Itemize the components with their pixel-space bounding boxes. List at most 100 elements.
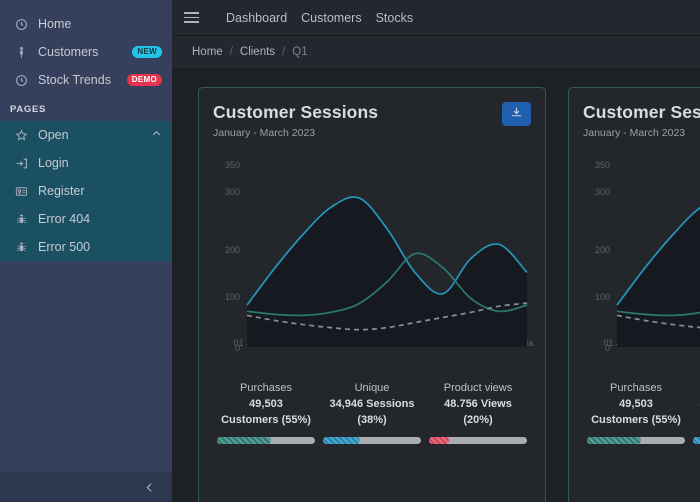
customer-sessions-card-2: Customer Sessions January - March 2023 0… xyxy=(568,87,700,502)
sidebar-item-stock-trends[interactable]: Stock Trends DEMO xyxy=(0,66,172,94)
stat-label: Purchases xyxy=(240,382,292,394)
progress-fill xyxy=(587,436,641,444)
sidebar-item-customers[interactable]: Customers NEW xyxy=(0,38,172,66)
stat-value: 34,946 Sessions xyxy=(693,397,700,413)
progress-track xyxy=(429,436,527,444)
card-title: Customer Sessions xyxy=(583,102,700,122)
sidebar-item-login[interactable]: Login xyxy=(0,149,172,177)
stat-sub: (38%) xyxy=(693,413,700,429)
chevron-up-icon[interactable] xyxy=(151,128,162,142)
chart-y-tick: 200 xyxy=(595,245,610,255)
sidebar-item-label: Open xyxy=(38,128,69,142)
progress-track xyxy=(693,436,700,444)
chart-y-tick: 350 xyxy=(595,160,610,170)
sidebar-item-label: Stock Trends xyxy=(38,73,111,87)
topnav-link-customers[interactable]: Customers xyxy=(301,11,361,25)
person-icon xyxy=(10,46,32,59)
download-icon xyxy=(510,106,523,122)
topbar: Dashboard Customers Stocks xyxy=(172,0,700,36)
sidebar-item-error-500[interactable]: Error 500 xyxy=(0,233,172,261)
chart-series xyxy=(616,206,700,347)
sidebar: Home Customers NEW Stock Trends DEMO PAG… xyxy=(0,0,172,502)
top-nav: Dashboard Customers Stocks xyxy=(226,11,413,25)
sidebar-item-error-404[interactable]: Error 404 xyxy=(0,205,172,233)
stat-label: Unique xyxy=(354,382,390,394)
sidebar-item-label: Error 500 xyxy=(38,240,91,254)
sidebar-item-label: Customers xyxy=(38,45,99,59)
progress-fill xyxy=(693,436,700,444)
star-icon xyxy=(10,128,32,142)
stat-sub: (38%) xyxy=(357,413,387,426)
sidebar-pages-group: Open Login Register Error 404 Error 500 xyxy=(0,121,172,261)
chart-y-tick: 200 xyxy=(225,245,240,255)
chart-y-tick: 300 xyxy=(595,187,610,197)
sessions-chart-svg: 0100200300350 01 Jan15 Jan01 Feb15 Feb01… xyxy=(595,160,700,353)
chart-y-axis-labels: 0100200300350 xyxy=(225,160,240,353)
card-title: Customer Sessions xyxy=(213,102,379,122)
sidebar-item-label: Register xyxy=(38,184,85,198)
chart-y-tick: 100 xyxy=(225,292,240,302)
chevron-left-icon xyxy=(143,481,156,494)
card-stats: Purchases 49,503 Customers (55%) Unique … xyxy=(213,381,531,444)
card-stats: Purchases 49,503 Customers (55%) Unique … xyxy=(583,381,700,444)
stat-product-views: Product views 48.756 Views (20%) xyxy=(425,381,531,444)
breadcrumb-item-q1: Q1 xyxy=(292,46,308,58)
card-subtitle: January - March 2023 xyxy=(213,127,316,139)
sessions-chart: 0100200300350 01 Jan15 Jan01 Feb15 Feb01… xyxy=(583,151,700,361)
sidebar-item-label: Home xyxy=(38,17,72,31)
breadcrumb-separator: / xyxy=(282,46,286,58)
card-subtitle: January - March 2023 xyxy=(583,127,686,139)
sessions-chart-svg: 0100200300350 01 Jan15 Jan01 Feb15 Feb01… xyxy=(225,160,533,353)
topnav-link-stocks[interactable]: Stocks xyxy=(376,11,414,25)
stat-value: 49,503 xyxy=(619,397,653,410)
stat-value: 48.756 Views xyxy=(444,397,512,410)
clock-icon xyxy=(10,74,32,87)
sidebar-top-nav: Home Customers NEW Stock Trends DEMO PAG… xyxy=(0,0,172,121)
chart-y-tick: 300 xyxy=(225,187,240,197)
stat-purchases: Purchases 49,503 Customers (55%) xyxy=(583,381,689,444)
customer-sessions-card: Customer Sessions January - March 2023 0… xyxy=(198,87,546,502)
status-badge-new: NEW xyxy=(132,46,162,58)
hamburger-icon[interactable] xyxy=(184,12,206,23)
stat-value: 34,946 Sessions xyxy=(329,397,415,410)
download-button[interactable] xyxy=(502,102,531,126)
sidebar-collapse-button[interactable] xyxy=(0,472,172,502)
chart-series xyxy=(246,196,528,347)
main-area: Dashboard Customers Stocks Home / Client… xyxy=(172,0,700,502)
card-header: Customer Sessions January - March 2023 xyxy=(213,102,531,139)
id-card-icon xyxy=(10,185,32,198)
bug-icon xyxy=(10,213,32,226)
stat-label: Product views xyxy=(443,382,513,394)
sessions-chart: 0100200300350 01 Jan15 Jan01 Feb15 Feb01… xyxy=(213,151,533,361)
breadcrumb-item-clients[interactable]: Clients xyxy=(240,46,275,58)
chart-y-tick: 100 xyxy=(595,292,610,302)
bug-icon xyxy=(10,241,32,254)
sidebar-item-label: Login xyxy=(38,156,69,170)
progress-fill xyxy=(323,436,361,444)
sidebar-item-open[interactable]: Open xyxy=(0,121,172,149)
stat-purchases: Purchases 49,503 Customers (55%) xyxy=(213,381,319,444)
sidebar-item-register[interactable]: Register xyxy=(0,177,172,205)
stat-sub: (20%) xyxy=(463,413,493,426)
chart-y-axis-labels: 0100200300350 xyxy=(595,160,610,353)
stat-label: Purchases xyxy=(610,382,662,394)
app-root: Home Customers NEW Stock Trends DEMO PAG… xyxy=(0,0,700,502)
stat-sub: Customers (55%) xyxy=(221,413,311,426)
sidebar-item-label: Error 404 xyxy=(38,212,91,226)
stat-unique: Unique 34,946 Sessions (38%) xyxy=(689,381,700,444)
sidebar-item-home[interactable]: Home xyxy=(0,10,172,38)
breadcrumb: Home / Clients / Q1 xyxy=(172,36,700,69)
clock-icon xyxy=(10,18,32,31)
progress-track xyxy=(587,436,685,444)
sign-in-icon xyxy=(10,157,32,170)
progress-track xyxy=(323,436,421,444)
breadcrumb-item-home[interactable]: Home xyxy=(192,46,223,58)
progress-fill xyxy=(429,436,449,444)
topnav-link-dashboard[interactable]: Dashboard xyxy=(226,11,287,25)
progress-track xyxy=(217,436,315,444)
breadcrumb-separator: / xyxy=(229,46,233,58)
progress-fill xyxy=(217,436,271,444)
chart-y-tick: 350 xyxy=(225,160,240,170)
stat-value: 49,503 xyxy=(249,397,283,410)
stat-unique: Unique 34,946 Sessions (38%) xyxy=(319,381,425,444)
